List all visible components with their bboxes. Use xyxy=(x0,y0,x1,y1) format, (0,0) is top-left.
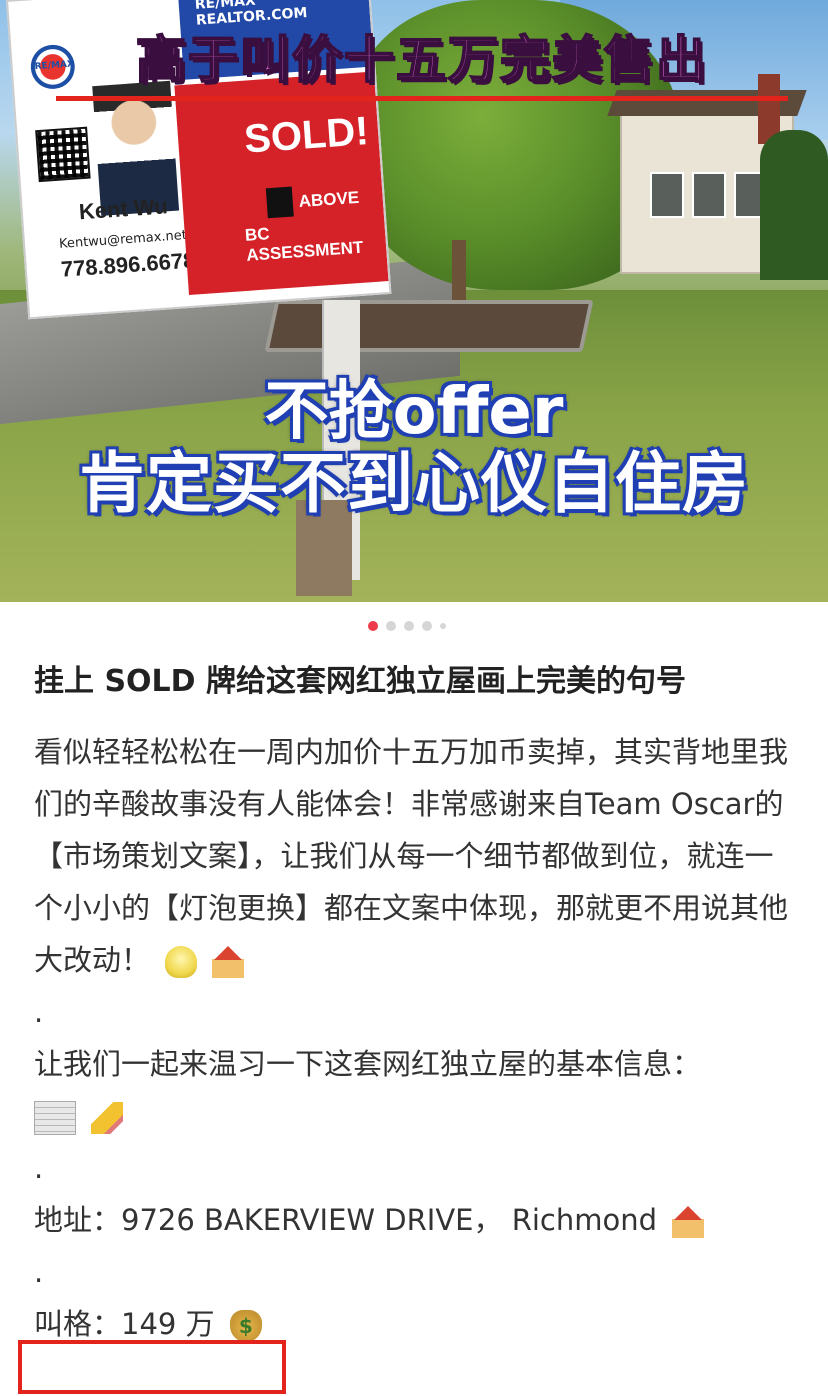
price-label: 叫格： xyxy=(34,1307,122,1341)
post-paragraph: 看似轻轻松松在一周内加价十五万加币卖掉，其实背地里我们的辛酸故事没有人能体会！非… xyxy=(34,726,794,986)
paragraph-1: 看似轻轻松松在一周内加价十五万加币卖掉，其实背地里我们的辛酸故事没有人能体会！非… xyxy=(34,735,789,977)
separator: . xyxy=(34,995,44,1029)
bulb-icon xyxy=(165,946,198,978)
carousel-dot-more[interactable] xyxy=(440,623,446,629)
post-body: 看似轻轻松松在一周内加价十五万加币卖掉，其实背地里我们的辛酸故事没有人能体会！非… xyxy=(34,726,794,1350)
separator: . xyxy=(34,1151,44,1185)
price-highlight-box xyxy=(18,1340,286,1394)
redacted-amount xyxy=(265,186,294,219)
house-window xyxy=(650,172,684,218)
carousel-dot[interactable] xyxy=(386,621,396,631)
house-icon xyxy=(212,946,245,978)
agent-name: Kent Wu xyxy=(78,193,169,225)
post-paragraph: 让我们一起来温习一下这套网红独立屋的基本信息： xyxy=(34,1038,794,1142)
post-photo[interactable]: RE/MAX REALTOR.COM RE/MAX Kent Wu Kentwu… xyxy=(0,0,828,602)
post-content: 挂上 SOLD 牌给这套网红独立屋画上完美的句号 看似轻轻松松在一周内加价十五万… xyxy=(34,656,794,1350)
carousel-dot[interactable] xyxy=(404,621,414,631)
qr-code xyxy=(35,126,91,183)
headline-banner: 高于叫价十五万完美售出 xyxy=(54,14,790,98)
above-text: ABOVE xyxy=(298,187,360,212)
money-bag-icon: $ xyxy=(229,1310,262,1342)
carousel-indicator xyxy=(368,621,446,631)
house-window xyxy=(692,172,726,218)
scroll-icon xyxy=(34,1101,76,1135)
post-title: 挂上 SOLD 牌给这套网红独立屋画上完美的句号 xyxy=(34,664,687,699)
headline-text: 高于叫价十五万完美售出 xyxy=(135,30,708,90)
house-icon xyxy=(672,1206,705,1238)
garden-bed xyxy=(264,300,594,352)
address-value: 9726 BAKERVIEW DRIVE， Richmond xyxy=(121,1203,658,1237)
carousel-dot[interactable] xyxy=(422,621,432,631)
agent-phone: 778.896.6678 xyxy=(60,247,197,282)
sold-text: SOLD! xyxy=(242,109,370,162)
paragraph-2: 让我们一起来温习一下这套网红独立屋的基本信息： xyxy=(34,1047,702,1081)
price-value: 149 万 xyxy=(121,1307,215,1341)
address-line: 地址：9726 BAKERVIEW DRIVE， Richmond xyxy=(34,1194,794,1246)
separator: . xyxy=(34,1255,44,1289)
hedge xyxy=(760,130,828,280)
carousel-dot-active[interactable] xyxy=(368,621,378,631)
headline-underline xyxy=(56,96,788,101)
pencil-icon xyxy=(91,1102,124,1134)
overlay-line-2: 肯定买不到心仪自住房 xyxy=(79,445,749,522)
address-label: 地址： xyxy=(34,1203,122,1237)
